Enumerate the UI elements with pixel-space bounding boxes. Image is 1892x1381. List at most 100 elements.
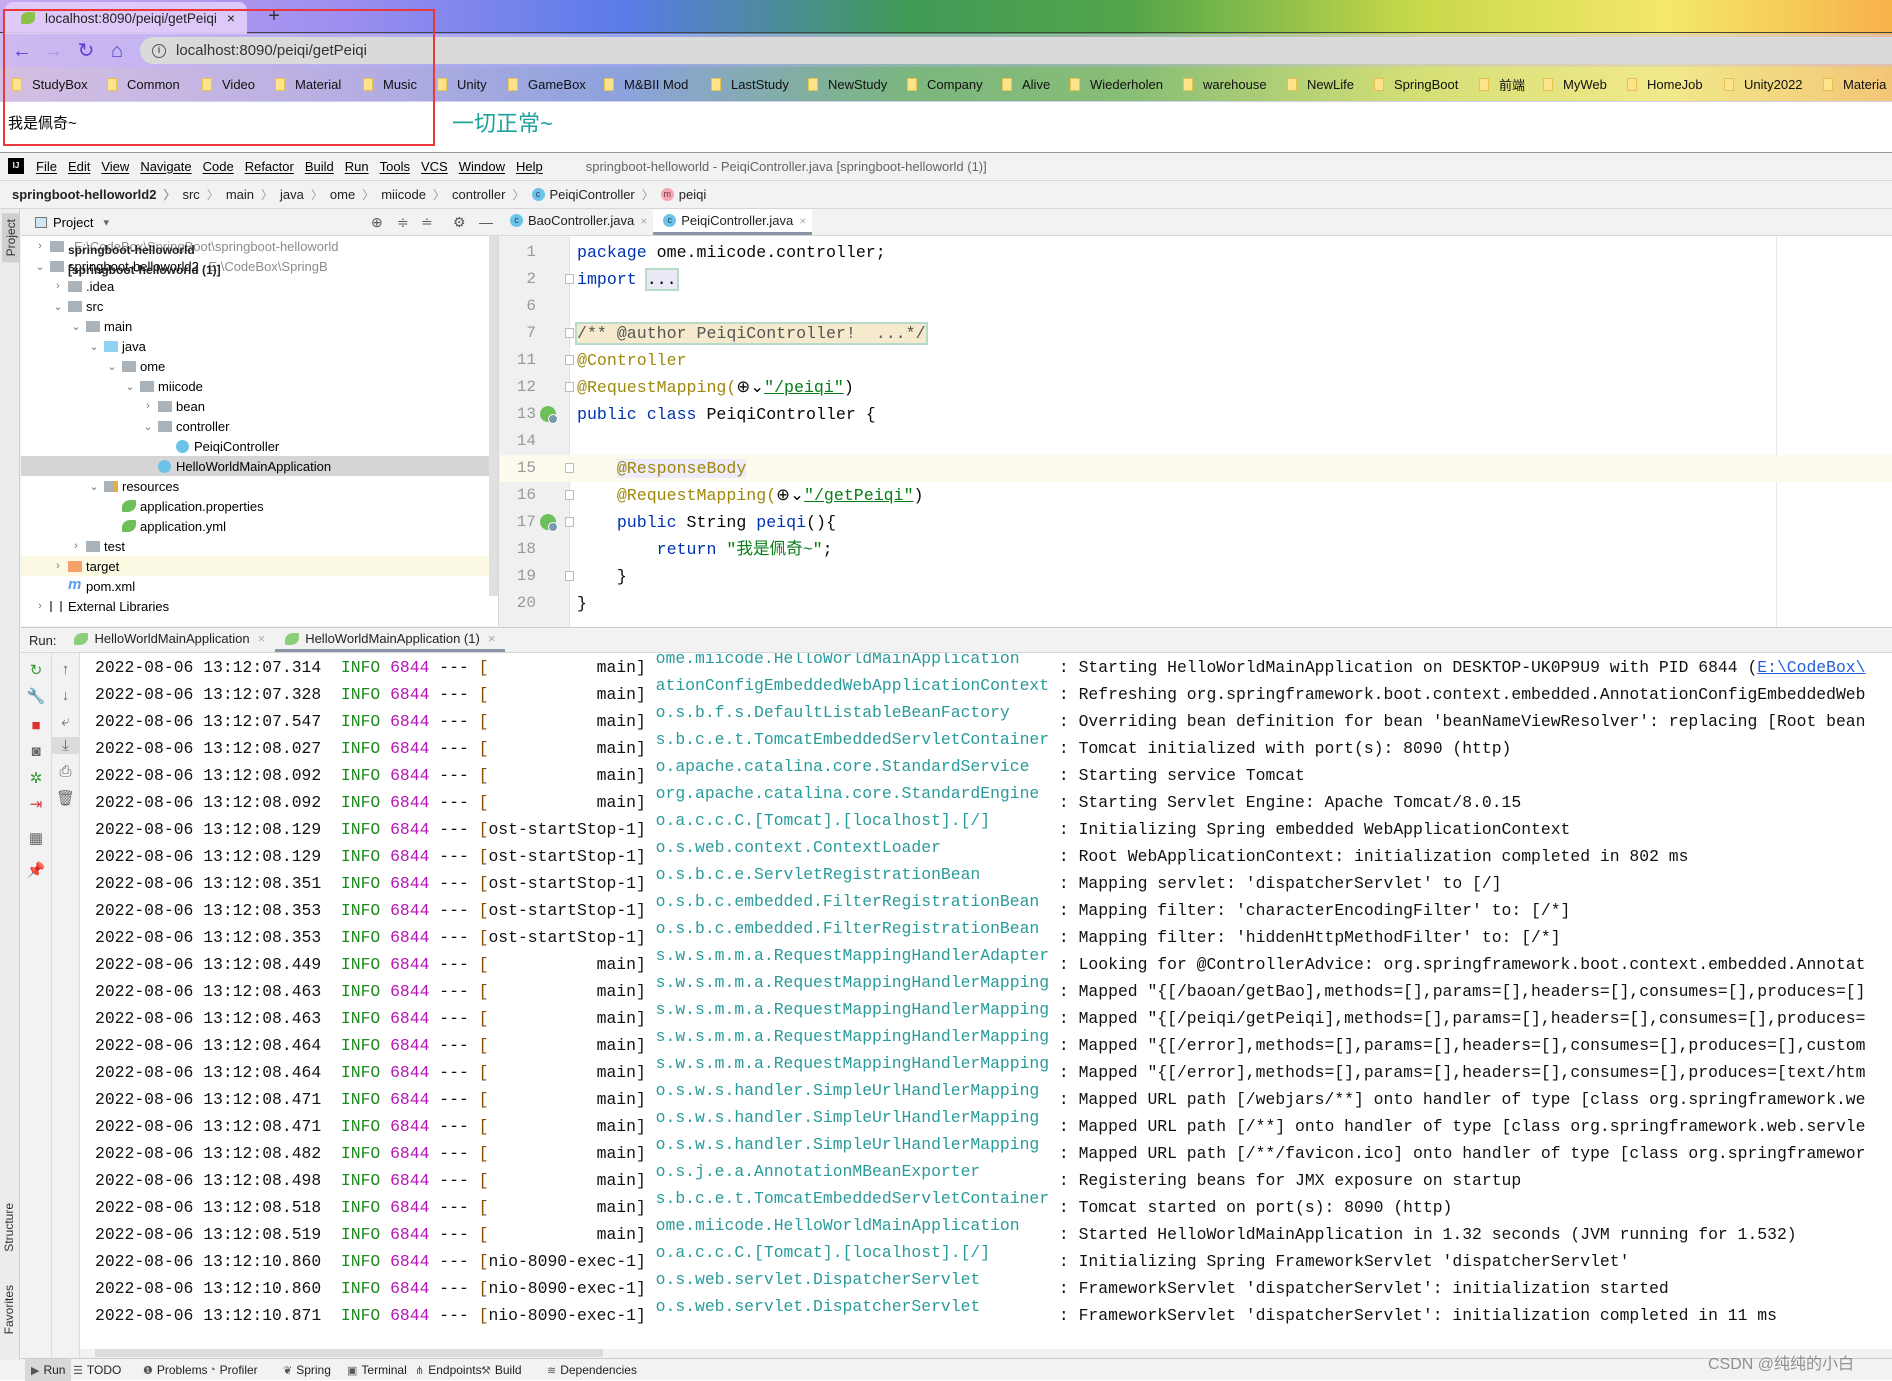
menu-navigate[interactable]: Navigate <box>140 159 191 174</box>
project-panel-title[interactable]: Project <box>53 215 93 230</box>
fold-marker-icon[interactable] <box>565 517 574 527</box>
tree-item[interactable]: ⌄ springboot-helloworld2 [springboot-hell… <box>21 256 498 277</box>
collapse-all-icon[interactable]: ≐ <box>421 214 433 231</box>
tree-item[interactable]: ⌄ miicode <box>21 376 498 396</box>
code-line[interactable]: 15 @ResponseBody <box>500 455 1892 482</box>
wrench-icon[interactable]: 🔧 <box>21 687 51 705</box>
bookmark-item[interactable]: NewLife <box>1287 67 1354 102</box>
down-arrow-icon[interactable]: ↓ <box>52 687 79 704</box>
tree-item[interactable]: ⌄ resources <box>21 476 498 496</box>
code-line[interactable]: 11 @Controller <box>500 347 1892 374</box>
tool-run[interactable]: ▶ Run <box>25 1359 72 1381</box>
breadcrumb-item[interactable]: c PeiqiController 〉 <box>531 186 661 203</box>
tree-item[interactable]: ⌄ controller <box>21 416 498 436</box>
chevron-right-icon[interactable]: › <box>70 540 82 552</box>
chevron-down-icon[interactable]: ⌄ <box>88 480 100 493</box>
view-dropdown-icon[interactable]: ▾ <box>103 216 109 229</box>
run-tab[interactable]: HelloWorldMainApplication (1) × <box>275 628 506 652</box>
bookmark-item[interactable]: MyWeb <box>1543 67 1607 102</box>
tab-close-icon[interactable]: × <box>258 631 266 646</box>
menu-refactor[interactable]: Refactor <box>245 159 294 174</box>
locate-icon[interactable]: ⊕ <box>371 214 383 231</box>
menu-edit[interactable]: Edit <box>68 159 90 174</box>
tree-item[interactable]: application.properties <box>21 496 498 516</box>
up-arrow-icon[interactable]: ↑ <box>52 661 79 678</box>
menu-view[interactable]: View <box>101 159 129 174</box>
chevron-right-icon[interactable]: › <box>52 560 64 572</box>
gear-icon[interactable]: ⚙ <box>453 214 466 231</box>
code-line[interactable]: 20} <box>500 590 1892 617</box>
breadcrumb-item[interactable]: miicode 〉 <box>381 186 452 203</box>
tree-item[interactable]: ⌄ ome <box>21 356 498 376</box>
breadcrumb-item[interactable]: springboot-helloworld2 〉 <box>12 186 182 203</box>
expand-all-icon[interactable]: ≑ <box>397 214 409 231</box>
breadcrumb-item[interactable]: m peiqi <box>660 187 706 202</box>
breadcrumb-item[interactable]: ome 〉 <box>330 186 381 203</box>
breadcrumb-item[interactable]: controller 〉 <box>452 186 531 203</box>
project-scrollbar[interactable] <box>489 236 498 596</box>
code-line[interactable]: 17 public String peiqi(){ <box>500 509 1892 536</box>
console-horizontal-scrollbar[interactable] <box>95 1349 603 1357</box>
rerun-icon[interactable]: ↻ <box>21 661 51 679</box>
debug-icon[interactable]: ✲ <box>21 769 51 787</box>
breadcrumb-item[interactable]: src 〉 <box>182 186 225 203</box>
tree-item[interactable]: › bean <box>21 396 498 416</box>
editor-tab[interactable]: c PeiqiController.java × <box>653 209 813 235</box>
tab-close-icon[interactable]: × <box>640 214 647 228</box>
structure-tool-button[interactable]: Structure <box>2 1199 16 1256</box>
fold-marker-icon[interactable] <box>565 355 574 365</box>
code-line[interactable]: 2 import ... <box>500 266 1892 293</box>
tool-endpoints[interactable]: ⋔ Endpoints <box>415 1359 482 1381</box>
menu-build[interactable]: Build <box>305 159 334 174</box>
hide-panel-icon[interactable]: — <box>479 214 493 230</box>
menu-window[interactable]: Window <box>459 159 505 174</box>
chevron-down-icon[interactable]: ⌄ <box>70 320 82 333</box>
bookmark-item[interactable]: Unity2022 <box>1724 67 1803 102</box>
tree-item[interactable]: application.yml <box>21 516 498 536</box>
bookmark-item[interactable]: HomeJob <box>1627 67 1703 102</box>
chevron-down-icon[interactable]: ⌄ <box>142 420 154 433</box>
menu-code[interactable]: Code <box>203 159 234 174</box>
project-tool-button[interactable]: Project <box>2 213 20 263</box>
chevron-down-icon[interactable]: ⌄ <box>106 360 118 373</box>
bookmark-item[interactable]: Wiederholen <box>1070 67 1163 102</box>
code-line[interactable]: 7 /** @author PeiqiController! ...*/ <box>500 320 1892 347</box>
breadcrumb-item[interactable]: main 〉 <box>226 186 280 203</box>
tree-item[interactable]: › target <box>21 556 498 576</box>
code-line[interactable]: 13 public class PeiqiController { <box>500 401 1892 428</box>
tree-item[interactable]: › External Libraries <box>21 596 498 616</box>
tool-terminal[interactable]: ▣ Terminal <box>347 1359 407 1381</box>
tool-dependencies[interactable]: ≋ Dependencies <box>547 1359 637 1381</box>
chevron-right-icon[interactable]: › <box>34 240 46 252</box>
spring-bean-icon[interactable] <box>540 406 558 424</box>
menu-file[interactable]: File <box>36 159 57 174</box>
bookmark-item[interactable]: Company <box>907 67 983 102</box>
bookmark-item[interactable]: 前端 <box>1479 67 1525 102</box>
fold-marker-icon[interactable] <box>565 328 574 338</box>
bookmark-item[interactable]: NewStudy <box>808 67 887 102</box>
tool-todo[interactable]: ☰ TODO <box>73 1359 121 1381</box>
tree-item[interactable]: › springboot-helloworld E:\CodeBox\SpringB… <box>21 236 498 257</box>
console-output[interactable]: 2022-08-06 13:12:07.314INFO6844---mainom… <box>80 653 1892 1349</box>
editor-tab[interactable]: c BaoController.java × <box>500 209 653 235</box>
bookmark-item[interactable]: warehouse <box>1183 67 1267 102</box>
tree-item[interactable]: HelloWorldMainApplication <box>21 456 498 476</box>
fold-marker-icon[interactable] <box>565 571 574 581</box>
tree-item[interactable]: ⌄ main <box>21 316 498 336</box>
tree-item[interactable]: › .idea <box>21 276 498 296</box>
scroll-to-end-icon[interactable]: ⤓ <box>52 737 79 754</box>
exit-icon[interactable]: ⇥ <box>21 795 51 813</box>
tool-spring[interactable]: ❦ Spring <box>283 1359 331 1381</box>
menu-help[interactable]: Help <box>516 159 543 174</box>
code-editor[interactable]: 1 package ome.miicode.controller; 2 import … <box>500 236 1892 627</box>
fold-marker-icon[interactable] <box>565 490 574 500</box>
code-line[interactable]: 6 <box>500 293 1892 320</box>
stop-icon[interactable]: ■ <box>21 717 51 734</box>
layout-icon[interactable]: ▦ <box>21 829 51 847</box>
chevron-right-icon[interactable]: › <box>34 600 46 612</box>
chevron-right-icon[interactable]: › <box>52 280 64 292</box>
menu-run[interactable]: Run <box>345 159 369 174</box>
tree-item[interactable]: ⌄ java <box>21 336 498 356</box>
menu-vcs[interactable]: VCS <box>421 159 448 174</box>
spring-web-icon[interactable] <box>540 514 558 532</box>
